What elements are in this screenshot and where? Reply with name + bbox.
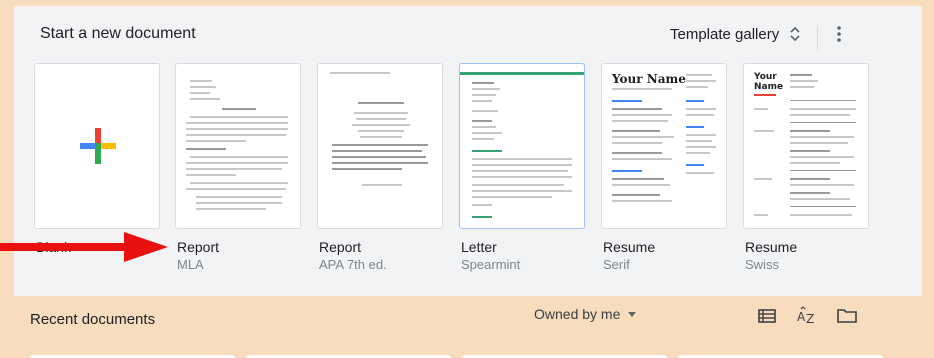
template-thumbnail-report-apa[interactable]: [317, 63, 443, 229]
template-thumbnail-resume-swiss[interactable]: Your Name: [743, 63, 869, 229]
resume-swiss-thumb-title-2: Name: [754, 82, 784, 92]
template-blank[interactable]: Blank: [34, 63, 160, 255]
folder-icon[interactable]: [836, 306, 858, 326]
template-report-apa[interactable]: Report APA 7th ed.: [317, 63, 443, 272]
header-divider: [817, 26, 818, 50]
template-resume-serif[interactable]: Your Name Resume Serif: [601, 63, 727, 272]
recent-documents-title: Recent documents: [30, 311, 156, 328]
template-name: Resume: [603, 239, 656, 255]
unfold-icon: [790, 26, 800, 42]
template-letter-spearmint[interactable]: Letter Spearmint: [459, 63, 585, 272]
start-new-document-title: Start a new document: [40, 25, 196, 42]
template-thumbnail-letter-spearmint[interactable]: [459, 63, 585, 229]
template-report-mla[interactable]: Report MLA: [175, 63, 301, 272]
template-subtitle: Serif: [603, 257, 630, 272]
template-gallery-label: Template gallery: [670, 25, 780, 43]
template-subtitle: Spearmint: [461, 257, 521, 272]
template-gallery-button[interactable]: Template gallery: [670, 20, 801, 48]
svg-text:Z: Z: [806, 312, 814, 326]
template-name: Report: [177, 239, 220, 255]
template-thumbnail-blank[interactable]: [34, 63, 160, 229]
template-name: Resume: [745, 239, 798, 255]
template-header: Start a new document Template gallery: [14, 6, 922, 64]
owner-filter-label: Owned by me: [534, 306, 621, 322]
chevron-down-icon: [628, 311, 637, 317]
template-name: Report: [319, 239, 362, 255]
list-view-icon[interactable]: [756, 306, 778, 326]
template-subtitle: APA 7th ed.: [319, 257, 387, 272]
sort-az-icon[interactable]: A Z: [796, 306, 818, 326]
template-name: Letter: [461, 239, 497, 255]
arrow-annotation: [0, 232, 168, 262]
owner-filter-dropdown[interactable]: Owned by me: [534, 306, 637, 322]
plus-icon: [80, 128, 116, 164]
template-thumbnail-report-mla[interactable]: [175, 63, 301, 229]
resume-serif-thumb-title: Your Name: [612, 72, 686, 86]
more-vert-icon: [837, 26, 841, 42]
resume-swiss-thumb-title-1: Your: [754, 72, 777, 82]
template-subtitle: Swiss: [745, 257, 779, 272]
svg-text:A: A: [797, 310, 806, 324]
template-thumbnail-resume-serif[interactable]: Your Name: [601, 63, 727, 229]
template-subtitle: MLA: [177, 257, 204, 272]
template-resume-swiss[interactable]: Your Name Resume Swiss: [743, 63, 869, 272]
more-options-button[interactable]: [829, 22, 849, 46]
